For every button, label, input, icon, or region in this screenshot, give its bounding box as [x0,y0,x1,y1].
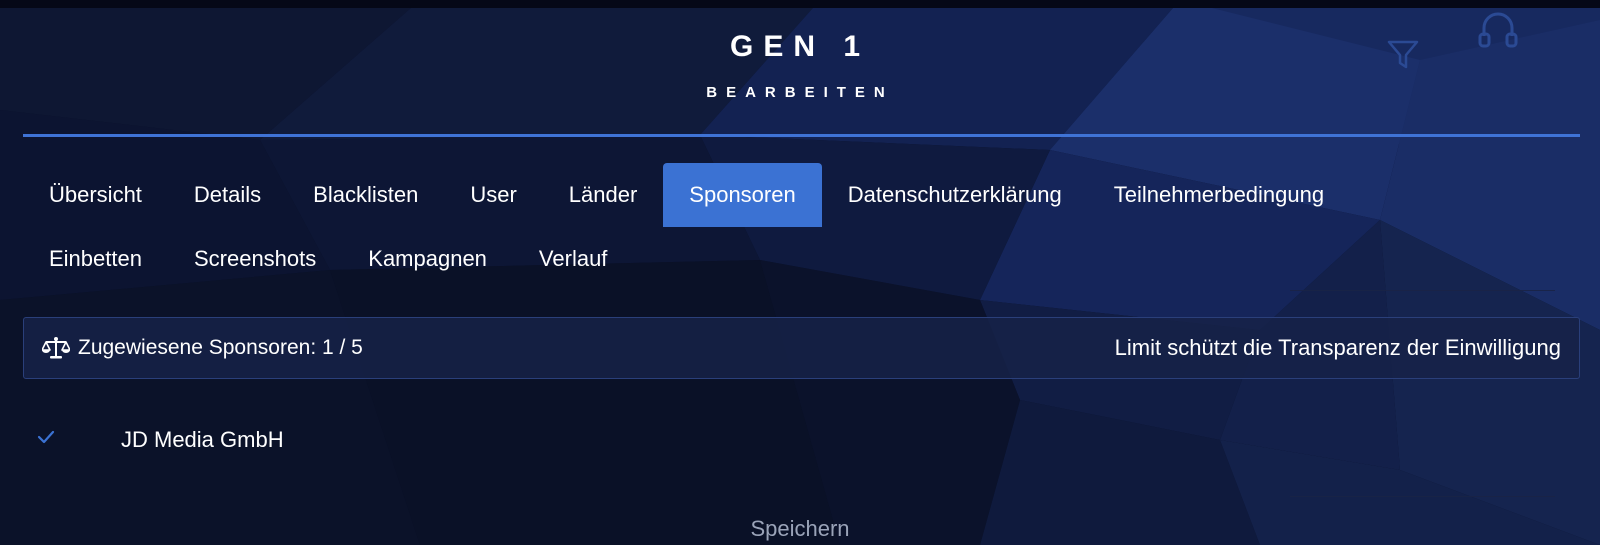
tab-kampagnen[interactable]: Kampagnen [342,227,513,291]
tab-row-1: Übersicht Details Blacklisten User Lände… [23,163,1350,227]
tab-details[interactable]: Details [168,163,287,227]
tab-blacklisten[interactable]: Blacklisten [287,163,444,227]
header-divider [23,134,1580,137]
tab-user[interactable]: User [444,163,542,227]
tab-verlauf[interactable]: Verlauf [513,227,634,291]
balance-scale-icon [42,336,70,360]
tab-teilnehmerbedingung[interactable]: Teilnehmerbedingung [1088,163,1350,227]
tab-uebersicht[interactable]: Übersicht [23,163,168,227]
assigned-sponsors: Zugewiesene Sponsoren: 1 / 5 [42,318,363,378]
assigned-sponsors-text: Zugewiesene Sponsoren: 1 / 5 [78,336,363,359]
tab-laender[interactable]: Länder [543,163,664,227]
save-button[interactable]: Speichern [0,516,1600,542]
tab-screenshots[interactable]: Screenshots [168,227,342,291]
tab-einbetten[interactable]: Einbetten [23,227,168,291]
list-bottom-divider [1290,496,1555,497]
tab-row-2: Einbetten Screenshots Kampagnen Verlauf [23,227,633,291]
page-subtitle: BEARBEITEN [706,84,894,101]
sponsor-info-bar: Zugewiesene Sponsoren: 1 / 5 Limit schüt… [23,317,1580,379]
tab-datenschutzerklaerung[interactable]: Datenschutzerklärung [822,163,1088,227]
filter-icon[interactable] [1386,38,1420,72]
sponsor-item[interactable]: JD Media GmbH [23,420,1563,460]
headset-icon[interactable] [1478,10,1518,54]
tab-sponsoren[interactable]: Sponsoren [663,163,822,227]
sponsor-name: JD Media GmbH [121,427,284,452]
check-icon [37,430,55,444]
limit-notice: Limit schützt die Transparenz der Einwil… [1114,335,1561,360]
page-title: GEN 1 [729,30,871,63]
tabs-bottom-divider [1290,290,1555,291]
